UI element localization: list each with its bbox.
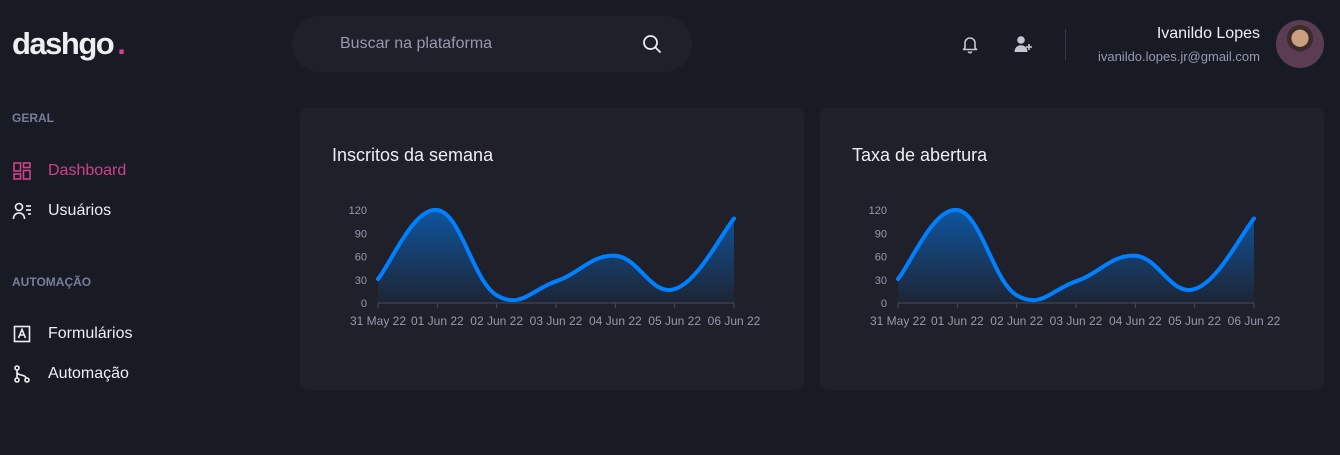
bell-icon[interactable] — [960, 34, 980, 54]
search-icon[interactable] — [642, 34, 662, 54]
sidebar-item-label: Dashboard — [48, 162, 127, 179]
x-tick-label: 04 Jun 22 — [589, 314, 642, 328]
x-tick-label: 31 May 22 — [350, 314, 406, 328]
logo: dashgo. — [12, 26, 126, 62]
form-icon — [12, 324, 32, 344]
y-tick-label: 0 — [361, 298, 367, 310]
users-icon — [12, 201, 32, 221]
chart-card-taxa: Taxa de abertura 31 May 22 01 Jun 22 02 Ju… — [820, 108, 1324, 390]
header-divider — [1065, 29, 1066, 60]
y-tick-label: 120 — [349, 205, 367, 217]
x-tick-label: 05 Jun 22 — [648, 314, 701, 328]
sidebar-item-label: Formulários — [48, 325, 133, 342]
y-tick-label: 90 — [355, 228, 367, 240]
x-tick-label: 31 May 22 — [870, 314, 926, 328]
y-tick-label: 90 — [875, 228, 887, 240]
sidebar-section-automacao: AUTOMAÇÃO — [12, 275, 92, 289]
x-tick-label: 03 Jun 22 — [530, 314, 583, 328]
chart-card-inscritos: Inscritos da semana 31 May 22 01 Jun 22 02… — [300, 108, 804, 390]
avatar[interactable] — [1276, 20, 1324, 68]
search-bar — [292, 16, 692, 72]
git-branch-icon — [12, 364, 32, 384]
x-tick-label: 04 Jun 22 — [1109, 314, 1162, 328]
y-tick-label: 60 — [875, 252, 887, 264]
chart-inscritos: 31 May 22 01 Jun 22 02 Jun 22 03 Jun 22 04 J… — [349, 205, 761, 328]
chart-taxa: 31 May 22 01 Jun 22 02 Jun 22 03 Jun 22 04 J… — [869, 205, 1281, 328]
x-tick-label: 06 Jun 22 — [708, 314, 761, 328]
profile-name: Ivanildo Lopes — [1156, 25, 1260, 42]
x-tick-label: 01 Jun 22 — [411, 314, 464, 328]
x-tick-label: 02 Jun 22 — [990, 314, 1043, 328]
x-tick-label: 01 Jun 22 — [931, 314, 984, 328]
logo-dot: . — [117, 26, 126, 61]
logo-text: dashgo — [12, 26, 115, 61]
y-tick-label: 60 — [355, 252, 367, 264]
sidebar-section-geral: GERAL — [12, 111, 54, 125]
sidebar-item-label: Usuários — [48, 202, 112, 219]
y-tick-label: 120 — [869, 205, 887, 217]
profile-email: ivanildo.lopes.jr@gmail.com — [1097, 49, 1260, 64]
x-tick-label: 02 Jun 22 — [470, 314, 523, 328]
sidebar-item-usuarios[interactable]: Usuários — [12, 199, 111, 223]
y-tick-label: 30 — [355, 275, 367, 287]
dashboard-icon — [12, 161, 32, 181]
sidebar-item-formularios[interactable]: Formulários — [12, 322, 132, 346]
x-tick-label: 06 Jun 22 — [1228, 314, 1281, 328]
chart-area-fill — [898, 209, 1254, 303]
x-tick-label: 03 Jun 22 — [1050, 314, 1103, 328]
sidebar-item-automacao[interactable]: Automação — [12, 362, 129, 386]
chart-area-fill — [378, 209, 734, 303]
search-input[interactable] — [340, 35, 642, 53]
user-add-icon[interactable] — [1013, 34, 1033, 54]
y-tick-label: 0 — [881, 298, 887, 310]
y-tick-label: 30 — [875, 275, 887, 287]
sidebar-item-label: Automação — [48, 365, 129, 382]
sidebar-item-dashboard[interactable]: Dashboard — [12, 159, 126, 183]
x-tick-label: 05 Jun 22 — [1168, 314, 1221, 328]
